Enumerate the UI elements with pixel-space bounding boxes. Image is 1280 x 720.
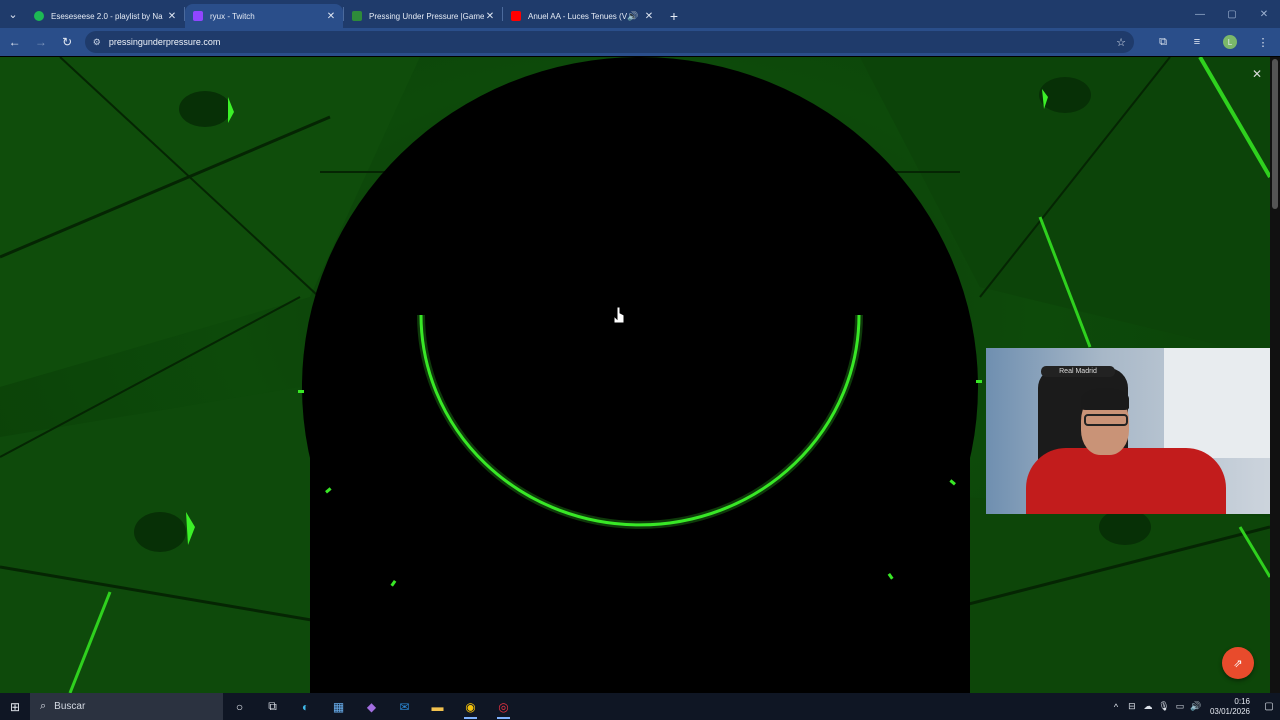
chair-label: Real Madrid	[1041, 366, 1115, 377]
task-view-icon[interactable]: ⧉	[256, 693, 289, 720]
close-tab-icon[interactable]: ✕	[484, 11, 496, 22]
new-tab-button[interactable]: +	[661, 4, 687, 28]
close-overlay-icon[interactable]: ✕	[1252, 67, 1262, 81]
notifications-icon[interactable]: ▢	[1258, 701, 1280, 712]
bolt	[1099, 509, 1151, 545]
search-icon: ⌕	[40, 700, 47, 712]
game-icon	[352, 11, 362, 21]
clock-date: 03/01/2026	[1209, 706, 1250, 716]
bolt	[1039, 77, 1091, 113]
toolbar-actions: ⧉ ≡ L ⋮	[1146, 35, 1280, 49]
tab-spotify[interactable]: Eseseseese 2.0 - playlist by Na ✕	[26, 4, 184, 28]
windows-start-icon[interactable]: ⊞	[0, 693, 30, 720]
screen: ⌄ Eseseseese 2.0 - playlist by Na ✕ ryux…	[0, 0, 1280, 720]
address-bar[interactable]: ⚙ pressingunderpressure.com ☆	[84, 31, 1135, 53]
url-text: pressingunderpressure.com	[108, 37, 221, 47]
tab-strip: ⌄ Eseseseese 2.0 - playlist by Na ✕ ryux…	[0, 0, 1280, 28]
onedrive-icon[interactable]: ☁	[1140, 701, 1156, 712]
volume-icon[interactable]: 🔊	[1188, 701, 1204, 712]
spotify-icon	[34, 11, 44, 21]
forward-icon[interactable]: →	[29, 30, 52, 54]
game-app-icon[interactable]: ◎	[487, 693, 520, 720]
youtube-icon	[511, 11, 521, 21]
back-icon[interactable]: ←	[3, 30, 26, 54]
profile-avatar[interactable]: L	[1223, 35, 1238, 49]
windows-taskbar: ⊞ ⌕ Buscar ○ ⧉ ◐ ▦ ◆ ✉ ▬ ◉ ◎ ^ ⊟ ☁ 🎙 ▭ 🔊…	[0, 693, 1280, 720]
tab-title: Pressing Under Pressure |Game	[369, 11, 484, 21]
visual-studio-icon[interactable]: ◆	[355, 693, 388, 720]
search-placeholder: Buscar	[54, 701, 86, 712]
scrollbar-thumb[interactable]	[1272, 59, 1278, 209]
close-tab-icon[interactable]: ✕	[325, 11, 337, 22]
tab-title: Eseseseese 2.0 - playlist by Na	[51, 11, 163, 21]
streamer-hair	[1081, 388, 1129, 410]
streamer-sweater	[1026, 448, 1226, 514]
tab-title: ryux - Twitch	[210, 11, 255, 21]
outlook-icon[interactable]: ✉	[388, 693, 421, 720]
microphone-icon[interactable]: 🎙	[1156, 701, 1172, 712]
close-window-icon[interactable]: ✕	[1248, 0, 1280, 28]
tab-pressing-under-pressure[interactable]: Pressing Under Pressure |Game ✕	[344, 4, 502, 28]
usb-icon[interactable]: ⊟	[1124, 701, 1140, 712]
clock[interactable]: 0:16 03/01/2026	[1210, 697, 1250, 717]
chrome-icon[interactable]: ◉	[454, 693, 487, 720]
share-fab-button[interactable]: ⇗	[1222, 647, 1254, 679]
bolt	[134, 512, 186, 552]
site-info-icon[interactable]: ⚙	[93, 37, 101, 48]
tab-twitch[interactable]: ryux - Twitch ✕	[185, 4, 343, 28]
file-explorer-icon[interactable]: ▬	[421, 693, 454, 720]
window-controls: — ▢ ✕	[1184, 0, 1280, 28]
tab-youtube[interactable]: Anuel AA - Luces Tenues (V 🔊 ✕	[503, 4, 661, 28]
tray-overflow-icon[interactable]: ^	[1108, 702, 1124, 712]
webcam-overlay: Real Madrid	[986, 348, 1270, 514]
tab-search-icon[interactable]: ⌄	[0, 0, 26, 28]
edge-icon[interactable]: ◐	[289, 693, 322, 720]
network-icon[interactable]: ▭	[1172, 701, 1188, 712]
tab-title: Anuel AA - Luces Tenues (V	[528, 11, 627, 21]
cortana-icon[interactable]: ○	[223, 693, 256, 720]
taskbar-search[interactable]: ⌕ Buscar	[30, 693, 223, 720]
bookmark-star-icon[interactable]: ☆	[1116, 36, 1126, 49]
close-tab-icon[interactable]: ✕	[643, 11, 655, 22]
store-icon[interactable]: ▦	[322, 693, 355, 720]
system-tray: ^ ⊟ ☁ 🎙 ▭ 🔊 0:16 03/01/2026 ▢	[1108, 693, 1280, 720]
extensions-icon[interactable]: ⧉	[1146, 36, 1180, 49]
minimize-icon[interactable]: —	[1184, 0, 1216, 28]
media-controls-icon[interactable]: ≡	[1180, 36, 1214, 48]
maximize-icon[interactable]: ▢	[1216, 0, 1248, 28]
browser-toolbar: ← → ↻ ⚙ pressingunderpressure.com ☆ ⧉ ≡ …	[0, 28, 1280, 56]
glasses	[1084, 414, 1128, 426]
kebab-menu-icon[interactable]: ⋮	[1246, 36, 1280, 49]
twitch-icon	[193, 11, 203, 21]
clock-time: 0:16	[1234, 696, 1250, 706]
page-scrollbar[interactable]	[1270, 57, 1280, 693]
reload-icon[interactable]: ↻	[56, 30, 79, 54]
close-tab-icon[interactable]: ✕	[166, 11, 178, 22]
webcam-background	[1164, 348, 1270, 458]
game-canvas[interactable]: ✕ Real Madrid ⇗	[0, 57, 1270, 693]
bolt	[179, 91, 231, 127]
speaker-icon[interactable]: 🔊	[627, 11, 639, 22]
